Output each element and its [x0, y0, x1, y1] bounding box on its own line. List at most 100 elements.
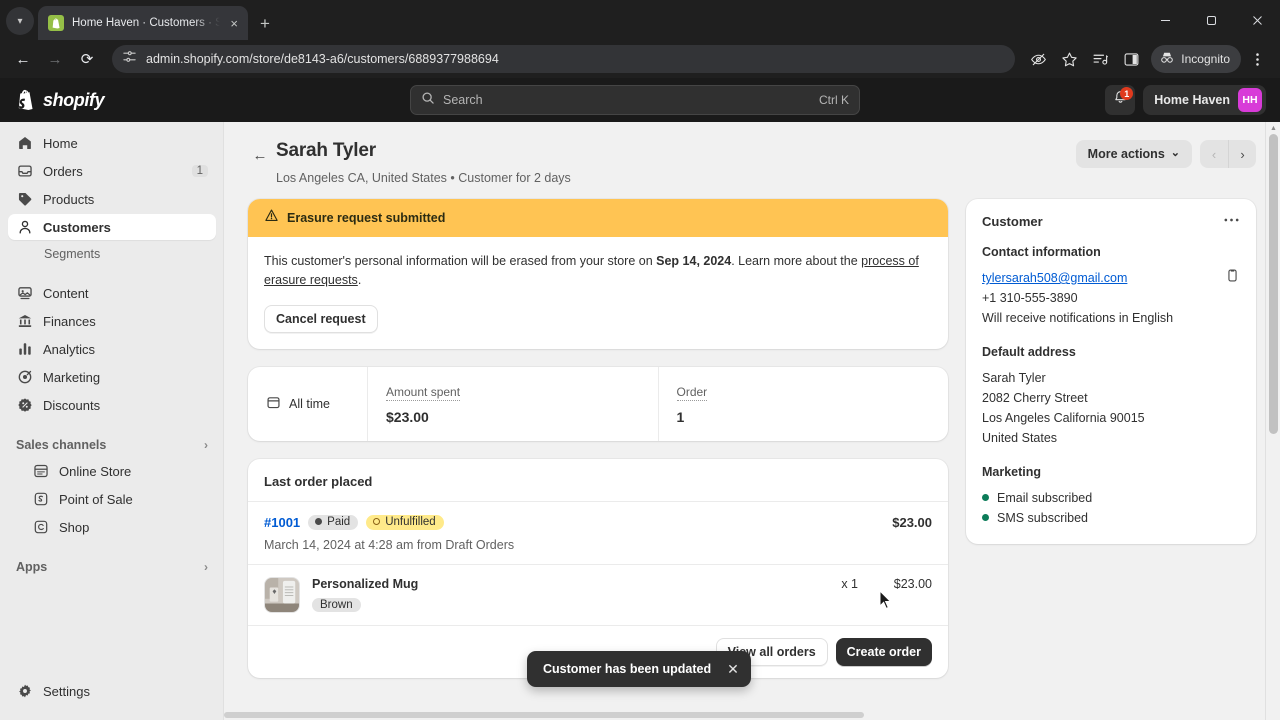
banner-text: This customer's personal information wil…: [264, 252, 932, 291]
fulfillment-status-badge: Unfulfilled: [366, 514, 444, 530]
chevron-down-icon: ⌄: [1170, 146, 1180, 159]
stat-label[interactable]: Order: [676, 385, 708, 401]
sidebar-item-label: Products: [43, 191, 95, 207]
horizontal-scroll-thumb[interactable]: [224, 712, 864, 718]
sidebar-item-customers[interactable]: Customers: [8, 214, 216, 240]
order-header-line: #1001 Paid Unfulfilled $23.00: [264, 514, 932, 530]
create-order-button[interactable]: Create order: [835, 637, 932, 666]
orders-count-badge: 1: [191, 165, 208, 177]
sidebar-item-label: Finances: [43, 313, 96, 329]
shopify-logo[interactable]: shopify: [0, 89, 224, 111]
copy-icon[interactable]: [1225, 268, 1240, 288]
sidebar-item-analytics[interactable]: Analytics: [8, 336, 216, 362]
customer-phone: +1 310-555-3890: [982, 291, 1078, 305]
order-id-link[interactable]: #1001: [264, 515, 300, 530]
search-input[interactable]: Search Ctrl K: [410, 85, 860, 115]
sidebar-item-shop[interactable]: Shop: [8, 514, 216, 540]
next-customer-button[interactable]: ›: [1228, 140, 1256, 168]
side-panel-icon[interactable]: [1116, 44, 1146, 74]
order-meta: March 14, 2024 at 4:28 am from Draft Ord…: [264, 537, 515, 552]
sidebar-item-home[interactable]: Home: [8, 130, 216, 156]
product-name[interactable]: Personalized Mug: [312, 577, 806, 591]
sidebar-item-label: Online Store: [59, 463, 132, 479]
toolbar-icons: Incognito: [1023, 44, 1272, 74]
browser-menu-icon[interactable]: [1242, 44, 1272, 74]
incognito-indicator[interactable]: Incognito: [1151, 45, 1241, 73]
reload-icon[interactable]: ⟳: [72, 44, 102, 74]
browser-tab[interactable]: Home Haven · Customers · Sara ×: [38, 6, 248, 40]
apps-label: Apps: [16, 560, 48, 574]
maximize-icon[interactable]: [1188, 0, 1234, 40]
close-icon[interactable]: ×: [228, 15, 240, 32]
search-placeholder: Search: [443, 93, 483, 107]
forward-icon[interactable]: →: [40, 44, 70, 74]
window-close-icon[interactable]: [1234, 0, 1280, 40]
fulfillment-status-label: Unfulfilled: [385, 515, 436, 528]
customer-email-link[interactable]: tylersarah508@gmail.com: [982, 271, 1127, 285]
status-dot-icon: [315, 518, 323, 526]
notifications-button[interactable]: 1: [1105, 85, 1136, 115]
cancel-request-button[interactable]: Cancel request: [264, 304, 378, 333]
sidebar-item-content[interactable]: Content: [8, 280, 216, 306]
browser-tab-strip: ▾ Home Haven · Customers · Sara × +: [0, 0, 1280, 40]
previous-customer-button[interactable]: ‹: [1200, 140, 1228, 168]
tab-search-button[interactable]: ▾: [6, 7, 34, 35]
sidebar-item-settings[interactable]: Settings: [8, 678, 216, 704]
home-icon: [16, 135, 33, 152]
horizontal-scrollbar[interactable]: [224, 710, 1265, 720]
sidebar-section-sales-channels[interactable]: Sales channels ›: [8, 432, 216, 458]
vertical-scrollbar[interactable]: ▲: [1265, 122, 1280, 720]
reading-list-icon[interactable]: [1085, 44, 1115, 74]
sidebar-section-apps[interactable]: Apps ›: [8, 554, 216, 580]
bookmark-star-icon[interactable]: [1054, 44, 1084, 74]
site-settings-icon[interactable]: [122, 49, 137, 69]
banner-text-after: .: [357, 273, 362, 288]
sidebar-item-marketing[interactable]: Marketing: [8, 364, 216, 390]
pagination: ‹ ›: [1200, 140, 1256, 168]
sidebar-item-discounts[interactable]: Discounts: [8, 392, 216, 418]
discounts-icon: [16, 397, 33, 414]
new-tab-button[interactable]: +: [260, 15, 270, 32]
back-arrow-icon[interactable]: ←: [248, 143, 272, 167]
stat-label[interactable]: Amount spent: [386, 385, 461, 401]
address-bar[interactable]: admin.shopify.com/store/de8143-a6/custom…: [112, 45, 1016, 73]
toast-notification: Customer has been updated ✕: [527, 651, 751, 687]
order-line-item: Personalized Mug Brown x 1 $23.00: [248, 563, 948, 625]
hide-password-icon[interactable]: [1023, 44, 1053, 74]
sidebar-item-orders[interactable]: Orders 1: [8, 158, 216, 184]
more-actions-button[interactable]: More actions ⌄: [1075, 140, 1192, 168]
marketing-status-label: Email subscribed: [997, 490, 1093, 505]
status-dot-icon: [982, 494, 989, 502]
orders-icon: [16, 163, 33, 180]
close-icon[interactable]: ✕: [727, 662, 739, 676]
sidebar-item-label: Settings: [43, 683, 90, 699]
sidebar-item-finances[interactable]: Finances: [8, 308, 216, 334]
sidebar-item-label: Shop: [59, 519, 90, 535]
line-item-price: $23.00: [893, 576, 932, 591]
product-variant-badge: Brown: [312, 597, 361, 612]
banner-title: Erasure request submitted: [287, 211, 446, 225]
incognito-icon: [1159, 50, 1175, 69]
line-item-quantity: x 1: [841, 576, 858, 591]
back-icon[interactable]: ←: [8, 44, 38, 74]
email-row: tylersarah508@gmail.com: [982, 268, 1240, 288]
chevron-right-icon[interactable]: ›: [204, 438, 208, 452]
vertical-scroll-thumb[interactable]: [1269, 134, 1278, 434]
sidebar-item-point-of-sale[interactable]: Point of Sale: [8, 486, 216, 512]
minimize-icon[interactable]: [1142, 0, 1188, 40]
sidebar-item-label: Analytics: [43, 341, 96, 357]
sidebar-item-online-store[interactable]: Online Store: [8, 458, 216, 484]
sidebar-item-segments[interactable]: Segments: [8, 242, 216, 266]
chevron-right-icon[interactable]: ›: [204, 560, 208, 574]
scroll-up-arrow-icon[interactable]: ▲: [1266, 122, 1280, 134]
address-line: 2082 Cherry Street: [982, 390, 1088, 405]
sidebar-item-products[interactable]: Products: [8, 186, 216, 212]
right-column: Customer Contact information tylersarah5…: [966, 199, 1256, 562]
sidebar-item-label: Point of Sale: [59, 491, 133, 507]
marketing-target-icon: [16, 369, 33, 386]
all-time-filter[interactable]: All time: [248, 366, 368, 441]
page-subtitle: Los Angeles CA, United States • Customer…: [276, 171, 571, 185]
store-switcher-button[interactable]: Home Haven HH: [1143, 85, 1266, 115]
ellipsis-icon[interactable]: [1223, 215, 1240, 228]
